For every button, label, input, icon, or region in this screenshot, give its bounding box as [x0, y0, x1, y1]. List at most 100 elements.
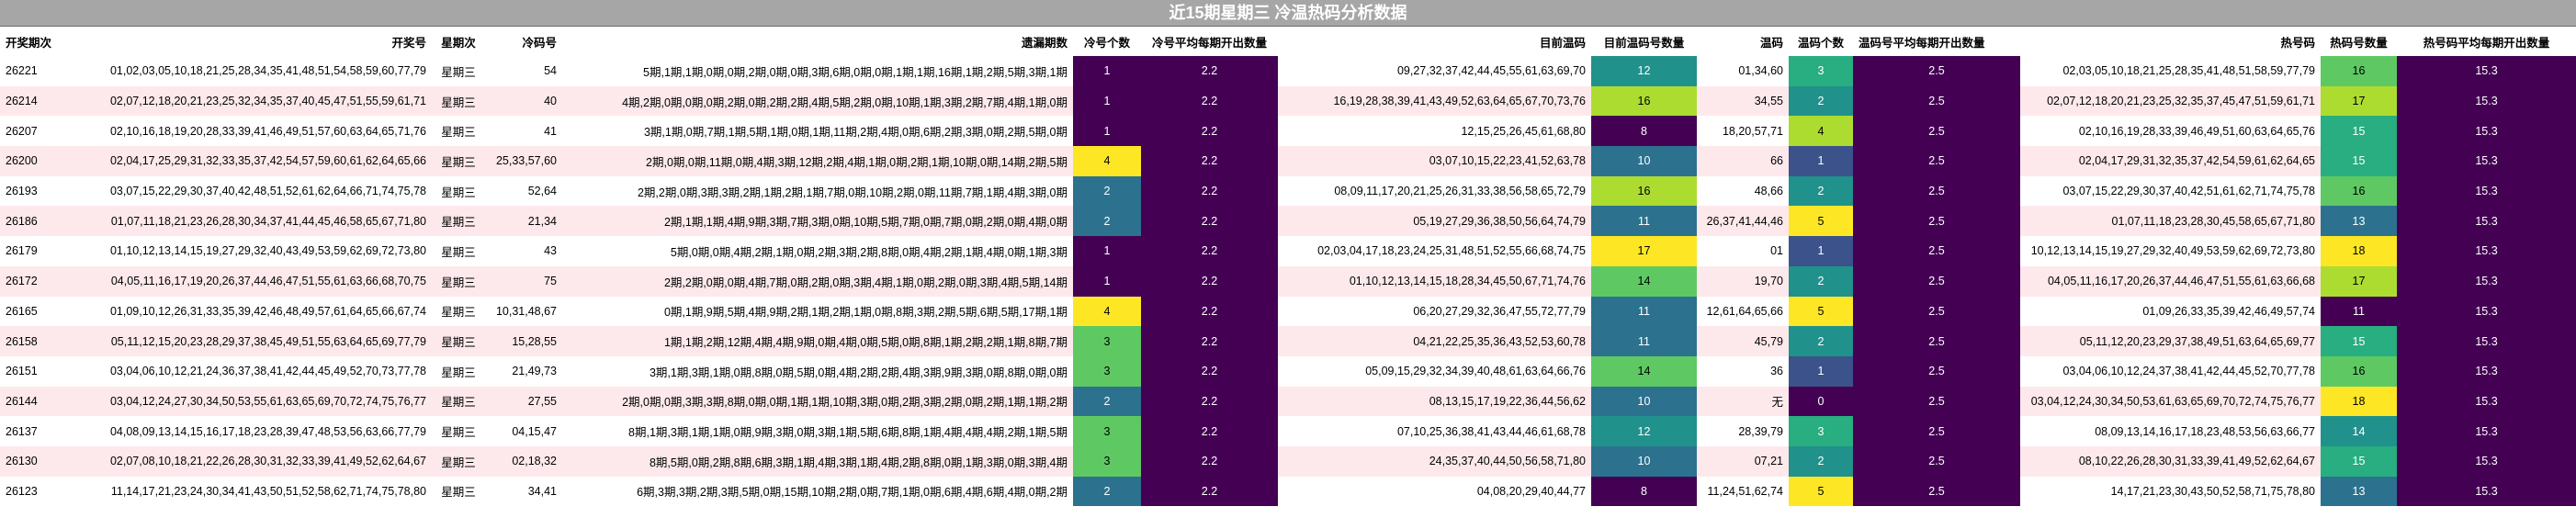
cell-hot-count: 17	[2321, 265, 2397, 297]
cell-cold-avg: 2.2	[1141, 265, 1278, 297]
cell-hot-count: 15	[2321, 326, 2397, 356]
cell-hot-avg: 15.3	[2397, 355, 2576, 387]
cell-cold-count: 4	[1073, 146, 1141, 176]
cell-target-warm: 05,09,15,29,32,34,39,40,48,61,63,64,66,7…	[1278, 355, 1591, 387]
cell-hot-avg: 15.3	[2397, 56, 2576, 86]
cell-target-warm-count: 8	[1591, 476, 1697, 507]
cell-weekday: 星期三	[432, 236, 485, 266]
cell-hot-avg: 15.3	[2397, 386, 2576, 417]
cell-cold: 75	[485, 265, 562, 297]
cell-weekday: 星期三	[432, 355, 485, 387]
cell-missing: 2期,2期,0期,0期,4期,7期,0期,2期,0期,3期,4期,1期,0期,2…	[562, 265, 1073, 297]
cell-warm-count: 2	[1789, 265, 1853, 297]
cell-cold-count: 3	[1073, 445, 1141, 477]
cell-warm-count: 2	[1789, 326, 1853, 356]
cell-hot-avg: 15.3	[2397, 146, 2576, 176]
cell-warm: 26,37,41,44,46	[1697, 206, 1789, 237]
cell-target-warm-count: 11	[1591, 206, 1697, 237]
cell-warm: 48,66	[1697, 175, 1789, 207]
cell-cold: 54	[485, 56, 562, 86]
cell-missing: 8期,5期,0期,2期,8期,6期,3期,1期,4期,3期,1期,4期,2期,8…	[562, 445, 1073, 477]
cell-hot: 08,10,22,26,28,30,31,33,39,41,49,52,62,6…	[2020, 445, 2321, 477]
cell-hot-avg: 15.3	[2397, 445, 2576, 477]
cell-weekday: 星期三	[432, 386, 485, 417]
header-row: 开奖期次 开奖号 星期次 冷码号 遗漏期数 冷号个数 冷号平均每期开出数量 目前…	[0, 27, 2576, 56]
cell-cold-count: 2	[1073, 175, 1141, 207]
cell-warm: 36	[1697, 355, 1789, 387]
cell-cold-avg: 2.2	[1141, 355, 1278, 387]
cell-target-warm-count: 14	[1591, 265, 1697, 297]
table-row: 26214 02,07,12,18,20,21,23,25,32,34,35,37…	[0, 85, 2576, 117]
cell-hot-avg: 15.3	[2397, 116, 2576, 147]
cell-target-warm-count: 12	[1591, 416, 1697, 446]
cell-hot-count: 18	[2321, 236, 2397, 266]
cell-missing: 0期,1期,9期,5期,4期,9期,2期,1期,2期,1期,0期,8期,3期,2…	[562, 296, 1073, 327]
cell-hot: 02,04,17,29,31,32,35,37,42,54,59,61,62,6…	[2020, 146, 2321, 176]
cell-warm-avg: 2.5	[1853, 326, 2020, 356]
cell-period: 26214	[0, 85, 64, 117]
cell-cold-avg: 2.2	[1141, 445, 1278, 477]
cell-cold: 40	[485, 85, 562, 117]
cell-warm-avg: 2.5	[1853, 206, 2020, 237]
cell-target-warm: 12,15,25,26,45,61,68,80	[1278, 116, 1591, 147]
cell-missing: 5期,1期,1期,0期,0期,2期,0期,0期,3期,6期,0期,0期,1期,1…	[562, 56, 1073, 86]
header-warm: 温码	[1697, 27, 1789, 56]
cell-missing: 6期,3期,3期,2期,3期,5期,0期,15期,10期,2期,0期,7期,1期…	[562, 476, 1073, 507]
cell-hot-avg: 15.3	[2397, 236, 2576, 266]
table-row: 26200 02,04,17,25,29,31,32,33,35,37,42,54…	[0, 146, 2576, 176]
cell-missing: 8期,1期,3期,1期,1期,0期,9期,3期,0期,3期,1期,5期,6期,8…	[562, 416, 1073, 446]
header-period: 开奖期次	[0, 27, 64, 56]
cell-cold-avg: 2.2	[1141, 146, 1278, 176]
cell-weekday: 星期三	[432, 265, 485, 297]
cell-cold-avg: 2.2	[1141, 56, 1278, 86]
table-row: 26165 01,09,10,12,26,31,33,35,39,42,46,48…	[0, 296, 2576, 327]
cell-warm-count: 2	[1789, 445, 1853, 477]
cell-warm-count: 5	[1789, 206, 1853, 237]
cell-numbers: 03,04,06,10,12,21,24,36,37,38,41,42,44,4…	[64, 355, 432, 387]
cell-target-warm: 05,19,27,29,36,38,50,56,64,74,79	[1278, 206, 1591, 237]
cell-cold-count: 1	[1073, 265, 1141, 297]
header-warm-count: 温码个数	[1789, 27, 1853, 56]
cell-warm-count: 4	[1789, 116, 1853, 147]
cell-cold-avg: 2.2	[1141, 236, 1278, 266]
cell-hot: 08,09,13,14,16,17,18,23,48,53,56,63,66,7…	[2020, 416, 2321, 446]
cell-period: 26221	[0, 56, 64, 86]
cell-target-warm: 01,10,12,13,14,15,18,28,34,45,50,67,71,7…	[1278, 265, 1591, 297]
cell-target-warm-count: 11	[1591, 296, 1697, 327]
cell-warm-avg: 2.5	[1853, 56, 2020, 86]
cell-cold: 21,49,73	[485, 355, 562, 387]
cell-warm-count: 0	[1789, 386, 1853, 417]
cell-warm-avg: 2.5	[1853, 116, 2020, 147]
cell-numbers: 02,07,12,18,20,21,23,25,32,34,35,37,40,4…	[64, 85, 432, 117]
cell-period: 26165	[0, 296, 64, 327]
table-row: 26151 03,04,06,10,12,21,24,36,37,38,41,42…	[0, 355, 2576, 387]
cell-cold: 27,55	[485, 386, 562, 417]
cell-period: 26193	[0, 175, 64, 207]
cell-period: 26130	[0, 445, 64, 477]
cell-warm-count: 3	[1789, 56, 1853, 86]
cell-weekday: 星期三	[432, 146, 485, 176]
cell-period: 26172	[0, 265, 64, 297]
cell-target-warm-count: 17	[1591, 236, 1697, 266]
cell-numbers: 11,14,17,21,23,24,30,34,41,43,50,51,52,5…	[64, 476, 432, 507]
header-cold-count: 冷号个数	[1073, 27, 1141, 56]
cell-missing: 2期,0期,0期,11期,0期,4期,3期,12期,2期,4期,1期,0期,2期…	[562, 146, 1073, 176]
cell-hot: 02,03,05,10,18,21,25,28,35,41,48,51,58,5…	[2020, 56, 2321, 86]
cell-hot-avg: 15.3	[2397, 326, 2576, 356]
cell-cold-count: 2	[1073, 386, 1141, 417]
cell-warm-avg: 2.5	[1853, 445, 2020, 477]
cell-numbers: 01,09,10,12,26,31,33,35,39,42,46,48,49,5…	[64, 296, 432, 327]
cell-cold-count: 3	[1073, 416, 1141, 446]
cell-numbers: 03,07,15,22,29,30,37,40,42,48,51,52,61,6…	[64, 175, 432, 207]
cell-cold-count: 2	[1073, 476, 1141, 507]
header-target-warm-count: 目前温码号数量	[1591, 27, 1697, 56]
cell-target-warm-count: 10	[1591, 445, 1697, 477]
cell-target-warm: 24,35,37,40,44,50,56,58,71,80	[1278, 445, 1591, 477]
header-hot: 热号码	[2020, 27, 2321, 56]
cell-missing: 1期,1期,2期,12期,4期,4期,9期,0期,4期,0期,5期,0期,8期,…	[562, 326, 1073, 356]
cell-period: 26179	[0, 236, 64, 266]
cell-missing: 3期,1期,3期,1期,0期,8期,0期,5期,0期,4期,2期,2期,4期,3…	[562, 355, 1073, 387]
cell-cold-count: 1	[1073, 85, 1141, 117]
cell-numbers: 05,11,12,15,20,23,28,29,37,38,45,49,51,5…	[64, 326, 432, 356]
cell-warm: 19,70	[1697, 265, 1789, 297]
